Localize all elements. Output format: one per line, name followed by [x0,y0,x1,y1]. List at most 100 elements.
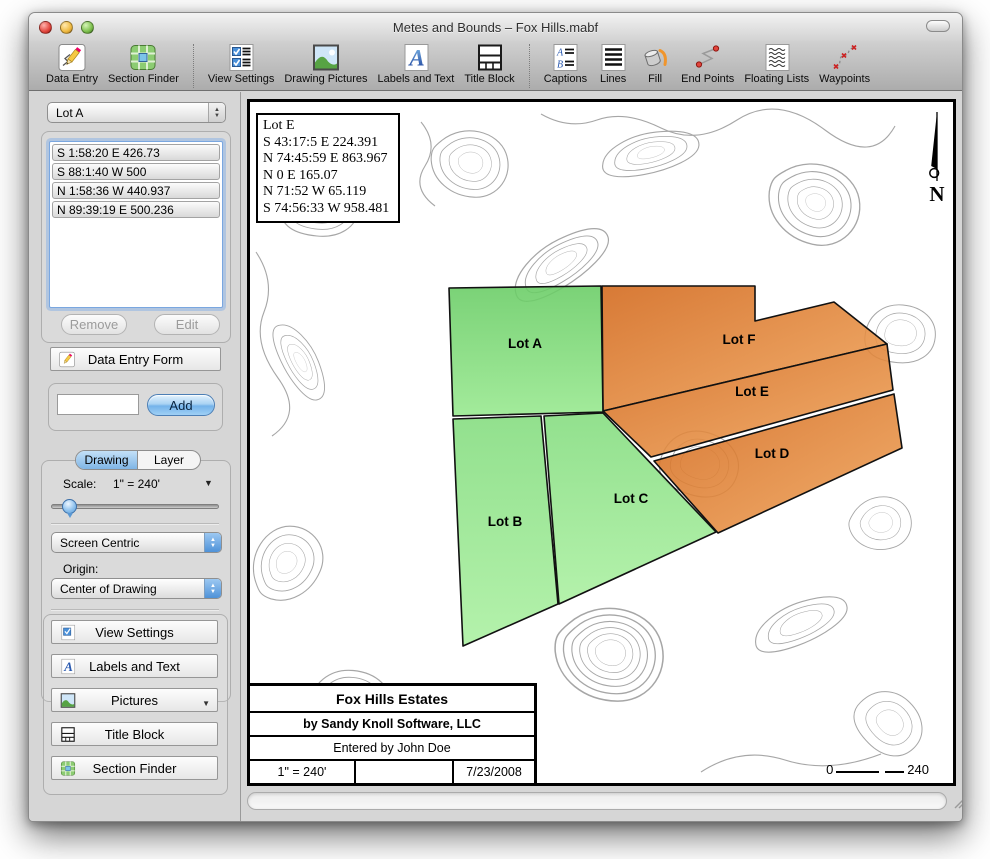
edit-button-label: Edit [176,317,198,332]
popup-stepper-icon: ▲▼ [204,579,221,598]
tab-layer[interactable]: Layer [138,451,200,469]
toolbar-label: Data Entry [46,73,98,85]
toolbar-label: Fill [648,73,662,85]
letter-a-icon: A [59,658,77,675]
toolbar-title-block-button[interactable]: Title Block [459,43,519,85]
toolbar-section-finder-button[interactable]: Section Finder [103,43,184,85]
lot-selector-popup[interactable]: Lot A ▲▼ [47,102,226,123]
lot-f-label: Lot F [723,332,756,347]
svg-text:A: A [407,46,424,71]
svg-text:A: A [556,48,564,59]
toolbar: Data Entry Section Finder View Settings [29,41,962,91]
lot-c-label: Lot C [614,491,649,506]
divider [51,523,219,524]
lot-e-label: Lot E [735,384,769,399]
info-box-line: S 74:56:33 W 958.481 [263,201,393,218]
toolbar-captions-button[interactable]: A B Captions [539,43,592,85]
panel-button-label: Section Finder [93,761,177,776]
waypoints-icon [829,43,861,72]
svg-text:N: N [929,182,944,206]
horizontal-scrollbar[interactable] [247,792,947,810]
origin-label: Origin: [63,562,98,576]
lot-e-info-box[interactable]: Lot E S 43:17:5 E 224.391 N 74:45:59 E 8… [256,113,400,223]
title-block-scale: 1" = 240' [250,761,354,783]
view-settings-panel-button[interactable]: View Settings [51,620,218,644]
toolbar-label: Waypoints [819,73,870,85]
popup-stepper-icon: ▲▼ [204,533,221,552]
section-finder-panel-button[interactable]: Section Finder [51,756,218,780]
picture-icon [310,43,342,72]
title-block[interactable]: Fox Hills Estates by Sandy Knoll Softwar… [247,683,537,786]
panel-button-label: Pictures [111,693,158,708]
toolbar-labels-text-button[interactable]: A Labels and Text [373,43,460,85]
resize-grip[interactable] [951,793,963,809]
bearing-row[interactable]: N 1:58:36 W 440.937 [52,182,220,199]
toolbar-view-settings-button[interactable]: View Settings [203,43,279,85]
scale-bar: 0 240 [826,762,929,777]
drawing-layer-tabs: Drawing Layer [75,450,201,470]
toolbar-data-entry-button[interactable]: Data Entry [41,43,103,85]
toolbar-drawing-pictures-button[interactable]: Drawing Pictures [279,43,372,85]
toolbar-toggle-pill[interactable] [926,20,950,32]
toolbar-fill-button[interactable]: Fill [634,43,676,85]
origin-popup[interactable]: Center of Drawing ▲▼ [51,578,222,599]
title-grid-icon [474,43,506,72]
bearing-row[interactable]: S 1:58:20 E 426.73 [52,144,220,161]
title-block-middle-cell [354,761,452,783]
floating-lists-icon [761,43,793,72]
section-grid-icon [127,43,159,72]
data-entry-form-label: Data Entry Form [88,352,183,367]
remove-button[interactable]: Remove [61,314,127,335]
info-box-line: N 71:52 W 65.119 [263,184,393,201]
title-block-title: Fox Hills Estates [250,686,534,711]
info-box-line: N 0 E 165.07 [263,168,393,185]
popup-stepper-icon: ▲▼ [208,103,225,122]
drawing-canvas[interactable]: Lot A Lot B Lot C Lot D Lot E Lot F Lot … [247,99,956,786]
scale-value: 1" = 240' [113,477,160,491]
add-button[interactable]: Add [147,394,215,416]
end-points-icon [692,43,724,72]
toolbar-waypoints-button[interactable]: Waypoints [814,43,875,85]
toolbar-label: Lines [600,73,626,85]
lot-a-shape[interactable] [449,286,603,416]
pencil-icon [56,43,88,72]
edit-button[interactable]: Edit [154,314,220,335]
scale-slider-thumb[interactable] [62,499,77,514]
lot-d-label: Lot D [755,446,790,461]
checklist-icon [225,43,257,72]
captions-icon: A B [549,43,581,72]
toolbar-end-points-button[interactable]: End Points [676,43,739,85]
title-block-panel-button[interactable]: Title Block [51,722,218,746]
bearing-row[interactable]: N 89:39:19 E 500.236 [52,201,220,218]
svg-text:A: A [63,659,73,674]
bearing-row[interactable]: S 88:1:40 W 500 [52,163,220,180]
checklist-icon [59,624,77,641]
data-entry-form-button[interactable]: Data Entry Form [50,347,221,371]
toolbar-separator [193,44,194,88]
app-window: Metes and Bounds – Fox Hills.mabf Data E… [28,12,963,822]
toolbar-label: View Settings [208,73,274,85]
centric-popup[interactable]: Screen Centric ▲▼ [51,532,222,553]
bearing-list[interactable]: S 1:58:20 E 426.73 S 88:1:40 W 500 N 1:5… [49,141,223,308]
toolbar-label: Captions [544,73,587,85]
toolbar-floating-lists-button[interactable]: Floating Lists [739,43,814,85]
tab-drawing[interactable]: Drawing [76,451,138,469]
sidebar: Lot A ▲▼ S 1:58:20 E 426.73 S 88:1:40 W … [29,92,241,821]
add-input[interactable] [57,394,139,415]
pencil-icon [58,351,76,368]
picture-icon [59,692,77,709]
origin-popup-value: Center of Drawing [60,582,157,596]
labels-text-panel-button[interactable]: A Labels and Text [51,654,218,678]
paint-bucket-icon [639,43,671,72]
toolbar-label: Labels and Text [378,73,455,85]
toolbar-label: Floating Lists [744,73,809,85]
toolbar-label: Drawing Pictures [284,73,367,85]
toolbar-lines-button[interactable]: Lines [592,43,634,85]
main-area: Lot A Lot B Lot C Lot D Lot E Lot F Lot … [241,92,962,821]
lot-b-shape[interactable] [453,416,558,646]
pictures-panel-button[interactable]: Pictures ▼ [51,688,218,712]
info-box-line: N 74:45:59 E 863.967 [263,151,393,168]
scale-bar-segment [836,771,879,773]
scale-disclosure-icon[interactable]: ▼ [204,478,213,488]
centric-popup-value: Screen Centric [60,536,139,550]
